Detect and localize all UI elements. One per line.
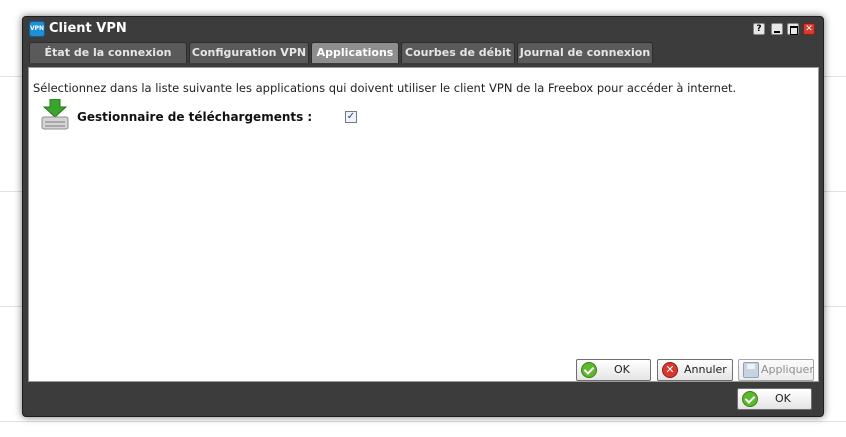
help-button[interactable]: ?: [753, 23, 765, 35]
title-bar[interactable]: VPN Client VPN ? ✕: [23, 17, 823, 41]
window-ok-label: OK: [775, 392, 791, 405]
vpn-app-icon: VPN: [29, 21, 45, 37]
tab-throughput-curves[interactable]: Courbes de débit: [401, 42, 515, 63]
cancel-icon: ✕: [662, 362, 678, 378]
window-title: Client VPN: [49, 21, 127, 36]
cancel-button[interactable]: ✕ Annuler: [657, 359, 733, 381]
save-icon: [743, 362, 759, 378]
window-ok-button[interactable]: OK: [737, 388, 812, 410]
ok-icon: [581, 362, 597, 378]
close-window-button[interactable]: ✕: [803, 23, 815, 35]
tab-applications[interactable]: Applications: [311, 42, 399, 63]
tab-connection-status[interactable]: État de la connexion VPN: [29, 42, 187, 78]
panel-instructions: Sélectionnez dans la liste suivante les …: [33, 81, 737, 95]
download-manager-label: Gestionnaire de téléchargements :: [77, 110, 313, 124]
background-divider: [0, 421, 846, 422]
panel-ok-button[interactable]: OK: [576, 359, 651, 381]
cancel-label: Annuler: [684, 363, 727, 376]
download-manager-icon: [41, 99, 69, 130]
apply-label: Appliquer: [761, 363, 814, 376]
vpn-client-window: VPN Client VPN ? ✕ État de la connexion …: [22, 16, 824, 417]
download-manager-checkbox[interactable]: ✓: [345, 111, 357, 123]
tab-vpn-configuration[interactable]: Configuration VPN: [189, 42, 309, 63]
maximize-button[interactable]: [787, 23, 799, 35]
minimize-button[interactable]: [771, 23, 783, 35]
panel-ok-label: OK: [614, 363, 630, 376]
tab-connection-log[interactable]: Journal de connexion: [517, 42, 653, 63]
applications-panel: Sélectionnez dans la liste suivante les …: [28, 67, 819, 382]
apply-button[interactable]: Appliquer: [738, 359, 814, 381]
ok-icon: [742, 391, 758, 407]
